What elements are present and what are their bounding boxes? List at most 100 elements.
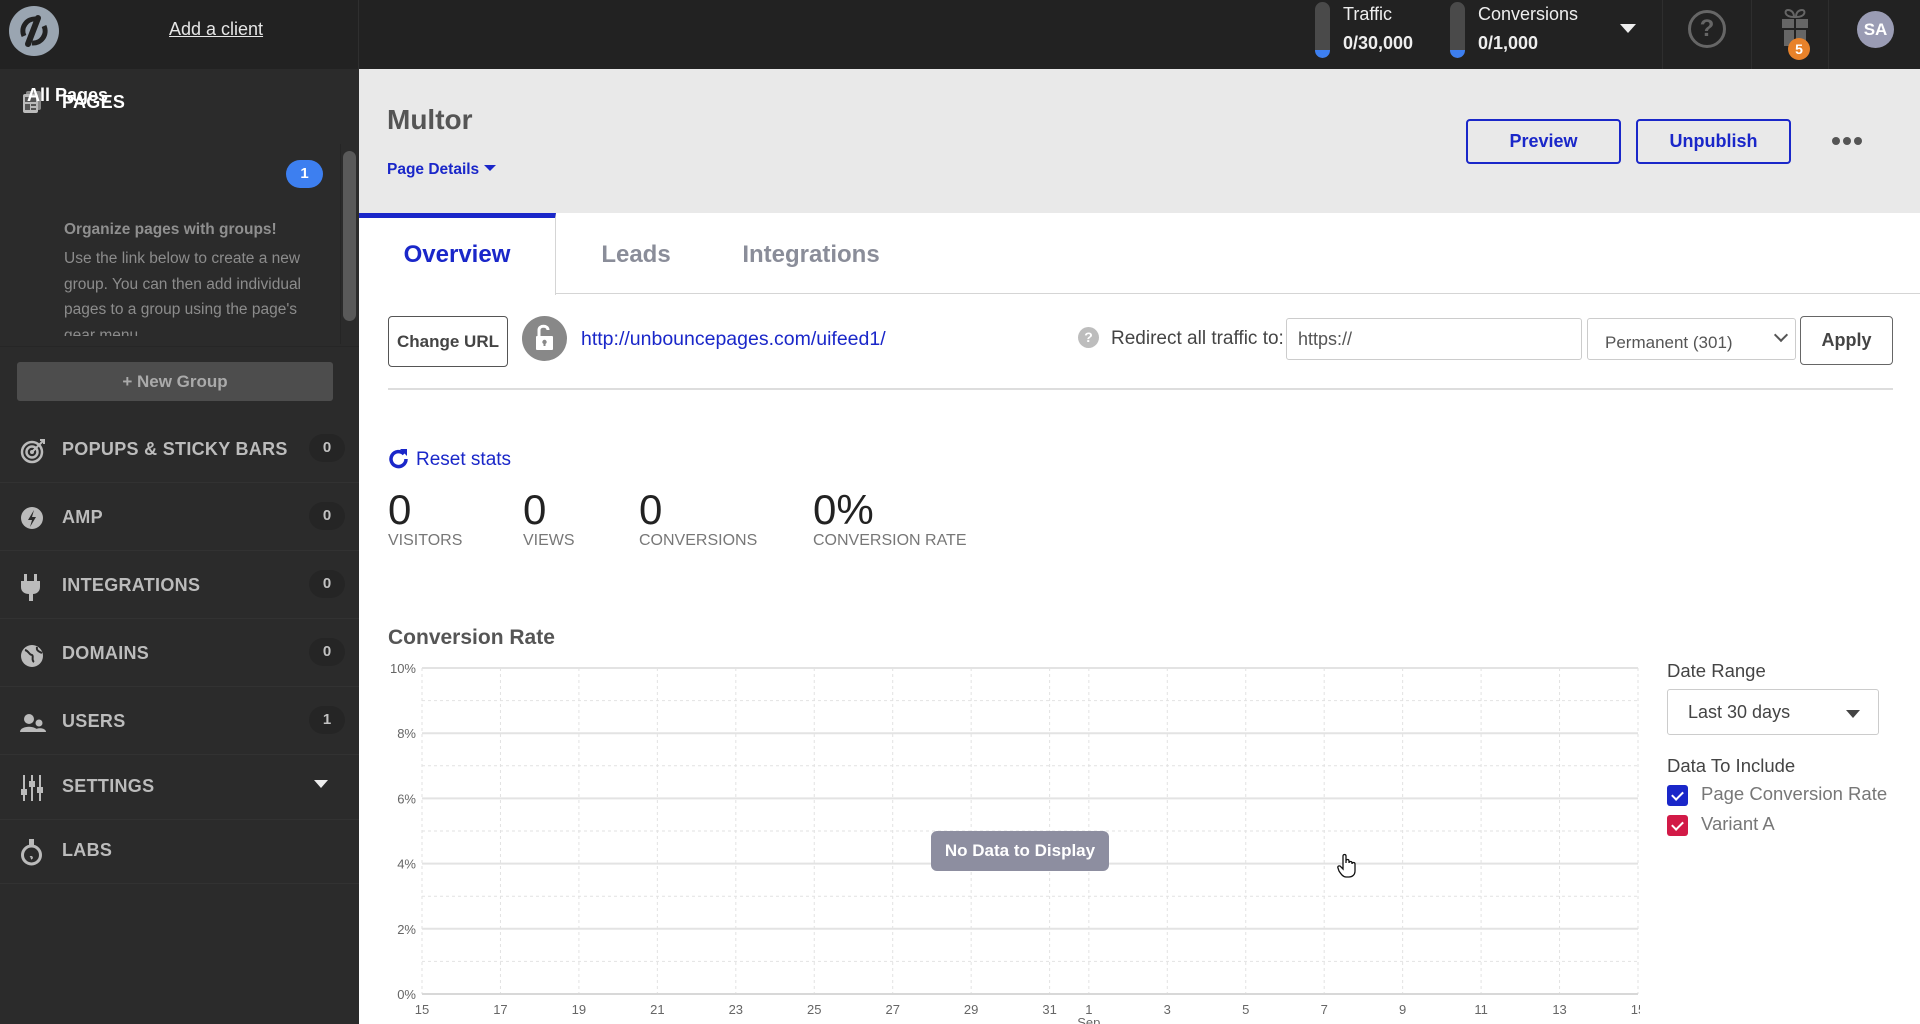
sidebar-item-label: SETTINGS [62,776,155,796]
y-tick-label: 6% [397,791,416,806]
x-tick-label: 31 [1042,1002,1056,1017]
reset-stats-link[interactable]: Reset stats [388,447,511,471]
new-group-button[interactable]: + New Group [17,362,333,401]
more-options-icon[interactable] [1832,132,1872,148]
all-pages-link[interactable]: All Pages [27,85,108,106]
topbar-divider [1828,0,1829,69]
conversions-value: 0/1,000 [1478,33,1539,53]
tab-bar: Overview Leads Integrations [359,213,1920,295]
user-avatar[interactable]: SA [1857,11,1894,48]
sidebar-item-count: 0 [309,638,345,666]
x-tick-label: 3 [1164,1002,1171,1017]
x-tick-label: 21 [650,1002,664,1017]
help-icon[interactable]: ? [1688,10,1726,48]
stat-label: VISITORS [388,532,463,549]
redirect-url-input[interactable] [1286,318,1582,360]
y-tick-label: 4% [397,857,416,872]
stat-visitors: 0 VISITORS [388,486,462,550]
date-range-value: Last 30 days [1688,702,1791,722]
caret-down-icon [1846,710,1860,718]
traffic-label: Traffic [1343,4,1393,24]
sidebar-item-labs[interactable]: LABS [0,817,359,884]
tab-overview[interactable]: Overview [359,213,556,295]
stat-value: 0% [813,486,874,533]
sidebar-item-settings[interactable]: SETTINGS [0,753,359,820]
change-url-button[interactable]: Change URL [388,316,508,367]
x-tick-label: 13 [1552,1002,1566,1017]
page-details-label: Page Details [387,161,480,178]
x-month-label: Sep [1077,1015,1100,1024]
no-data-message: No Data to Display [931,831,1109,871]
sidebar-item-popups[interactable]: POPUPS & STICKY BARS 0 [0,416,359,483]
sidebar-item-count: 0 [309,502,345,530]
refresh-icon [389,449,408,469]
checkbox-checked-icon[interactable] [1667,815,1688,836]
conversions-label: Conversions [1478,4,1579,24]
stat-label: CONVERSIONS [639,532,758,549]
divider [388,388,1893,390]
conversions-meter-fill [1450,50,1465,58]
sidebar-item-label: DOMAINS [62,643,150,663]
redirect-type-select[interactable]: Permanent (301) [1587,318,1796,360]
checkbox-checked-icon[interactable] [1667,785,1688,806]
sidebar-item-domains[interactable]: DOMAINS 0 [0,620,359,687]
page-header: Multor Page Details Preview Unpublish [359,69,1920,213]
traffic-meter-bar [1315,2,1330,58]
y-tick-label: 10% [390,661,416,676]
traffic-value: 0/30,000 [1343,33,1414,53]
tab-integrations[interactable]: Integrations [716,213,906,294]
sidebar-item-label: INTEGRATIONS [62,575,201,595]
flask-icon [20,839,46,866]
chevron-down-icon [1773,327,1789,343]
lock-icon [522,316,567,361]
y-tick-label: 0% [397,987,416,1002]
x-tick-label: 15 [415,1002,429,1017]
stat-views: 0 VIEWS [523,486,575,550]
sidebar-scrollbar[interactable] [343,151,356,321]
traffic-meter-fill [1315,50,1330,58]
tab-leads[interactable]: Leads [556,213,716,294]
preview-button[interactable]: Preview [1466,119,1621,164]
date-range-select[interactable]: Last 30 days [1667,689,1879,735]
sliders-icon [20,775,46,801]
hand-cursor-icon [1337,853,1359,884]
stat-label: VIEWS [523,532,575,549]
stat-value: 0 [639,486,663,533]
plug-icon [20,574,46,601]
lightning-icon [20,506,46,532]
help-icon[interactable]: ? [1078,327,1099,348]
sidebar-item-integrations[interactable]: INTEGRATIONS 0 [0,552,359,619]
groups-tip-title: Organize pages with groups! [64,221,277,238]
add-client-link[interactable]: Add a client [169,19,263,40]
redirect-type-value: Permanent (301) [1605,333,1733,352]
globe-icon [20,642,46,668]
x-tick-label: 29 [964,1002,978,1017]
page-url-link[interactable]: http://unbouncepages.com/uifeed1/ [581,328,886,351]
sidebar-item-label: POPUPS & STICKY BARS [62,439,288,459]
plan-dropdown-caret-icon[interactable] [1620,24,1636,33]
page-details-dropdown[interactable]: Page Details [387,161,497,179]
stat-conversion-rate: 0% CONVERSION RATE [813,486,967,550]
users-icon [20,710,46,736]
unbounce-logo-icon[interactable] [9,6,59,56]
y-tick-label: 8% [397,726,416,741]
sidebar-item-count: 1 [309,706,345,734]
topbar-divider [1751,0,1752,69]
data-include-label: Data To Include [1667,755,1796,776]
apply-button[interactable]: Apply [1800,316,1893,365]
topbar-divider [1662,0,1663,69]
chart-options-panel: Date Range Last 30 days Data To Include … [1667,660,1907,836]
sidebar-item-amp[interactable]: AMP 0 [0,484,359,551]
x-tick-label: 17 [493,1002,507,1017]
x-tick-label: 19 [572,1002,586,1017]
date-range-label: Date Range [1667,660,1766,681]
stat-value: 0 [388,486,412,533]
target-icon [20,438,46,464]
toggle-label: Variant A [1701,813,1775,834]
unpublish-button[interactable]: Unpublish [1636,119,1791,164]
logo-zone: Add a client [0,0,359,69]
groups-tip-body: Use the link below to create a new group… [64,250,302,336]
x-tick-label: 27 [885,1002,899,1017]
sidebar-item-users[interactable]: USERS 1 [0,688,359,755]
sidebar-item-label: AMP [62,507,103,527]
